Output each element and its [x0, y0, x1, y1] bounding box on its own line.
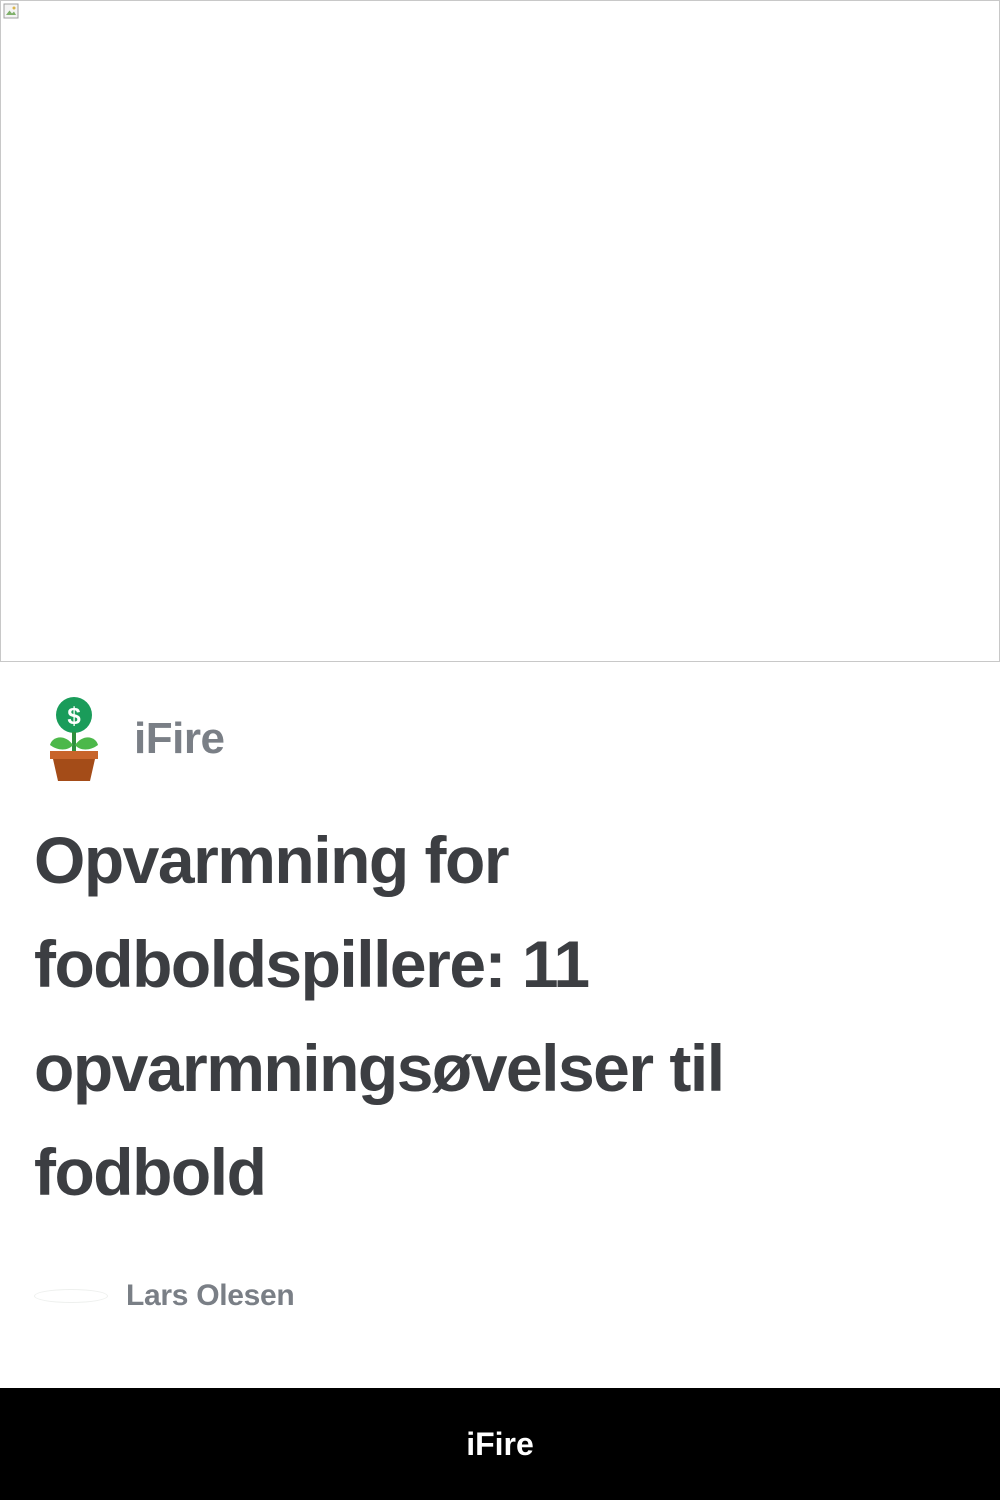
broken-image-icon [3, 3, 19, 19]
avatar [34, 1289, 108, 1303]
publisher-name[interactable]: iFire [134, 714, 225, 764]
author-name[interactable]: Lars Olesen [126, 1279, 295, 1313]
money-plant-icon: $ [50, 697, 98, 781]
svg-text:$: $ [67, 703, 81, 730]
article-page: $ iFire Opvarmning for fodboldspillere: … [0, 0, 1000, 1500]
footer-brand[interactable]: iFire [466, 1426, 534, 1463]
hero-image[interactable] [0, 0, 1000, 662]
footer-bar: iFire [0, 1388, 1000, 1500]
author-byline[interactable]: Lars Olesen [34, 1276, 295, 1316]
publisher[interactable]: $ iFire [46, 694, 225, 784]
article-title[interactable]: Opvarmning for fodboldspillere: 11 opvar… [34, 808, 934, 1224]
